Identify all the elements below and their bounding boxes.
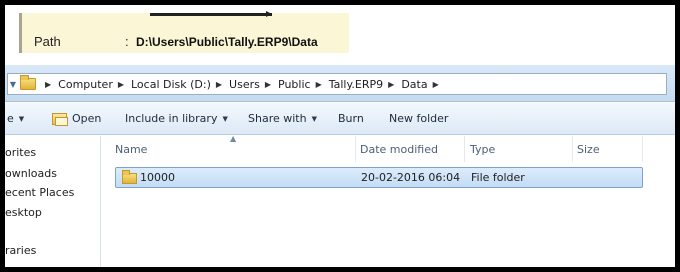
chevron-right-icon[interactable]: ▶: [118, 80, 124, 89]
open-button[interactable]: Open: [52, 112, 102, 126]
breadcrumb-users[interactable]: Users: [229, 78, 260, 91]
file-name: 10000: [140, 171, 175, 184]
breadcrumb-public[interactable]: Public: [278, 78, 311, 91]
column-header-type[interactable]: Type: [465, 136, 573, 162]
file-list: ▲ Name Date modified Type Size 10000 20-…: [102, 134, 675, 267]
path-label: Path: [34, 34, 61, 49]
chevron-down-icon: ▼: [18, 114, 25, 123]
include-label: Include in library: [125, 112, 218, 125]
breadcrumb-local-disk[interactable]: Local Disk (D:): [131, 78, 211, 91]
path-info-box: Path : D:\Users\Public\Tally.ERP9\Data: [19, 11, 349, 53]
burn-label: Burn: [338, 112, 364, 125]
file-row[interactable]: 10000 20-02-2016 06:04 File folder: [115, 167, 643, 188]
new-folder-button[interactable]: New folder: [389, 112, 448, 125]
address-bar: ▼ ▶ Computer ▶ Local Disk (D:) ▶ Users ▶…: [5, 65, 675, 102]
file-date: 20-02-2016 06:04: [361, 171, 461, 184]
column-size-label: Size: [577, 143, 600, 156]
explorer-window: ▼ ▶ Computer ▶ Local Disk (D:) ▶ Users ▶…: [5, 65, 675, 267]
chevron-down-icon: ▼: [311, 114, 317, 123]
chevron-right-icon[interactable]: ▶: [388, 80, 394, 89]
screenshot-canvas: Path : D:\Users\Public\Tally.ERP9\Data ▼…: [5, 5, 675, 267]
open-label: Open: [72, 112, 102, 125]
folder-icon: [122, 170, 137, 184]
navigation-pane: orites ownloads ecent Places esktop rari…: [5, 136, 101, 267]
chevron-down-icon: ▼: [222, 114, 228, 123]
open-icon: [52, 112, 68, 126]
chevron-right-icon[interactable]: ▶: [316, 80, 322, 89]
include-in-library-button[interactable]: Include in library ▼: [125, 112, 228, 125]
folder-icon: [20, 75, 36, 90]
arrow-decoration: [150, 11, 272, 17]
new-folder-label: New folder: [389, 112, 449, 125]
nav-item-recent-places[interactable]: ecent Places: [5, 186, 74, 199]
command-bar: e ▼ Open Include in library ▼ Share with…: [5, 103, 675, 135]
chevron-down-icon[interactable]: ▼: [8, 74, 18, 94]
file-type: File folder: [471, 171, 525, 184]
column-date-label: Date modified: [360, 143, 438, 156]
nav-item-downloads[interactable]: ownloads: [5, 167, 57, 180]
nav-item-desktop[interactable]: esktop: [5, 206, 42, 219]
organize-label: e: [7, 112, 14, 125]
column-header-size[interactable]: Size: [573, 136, 643, 162]
column-header-date[interactable]: Date modified: [356, 136, 465, 162]
chevron-right-icon[interactable]: ▶: [216, 80, 222, 89]
column-type-label: Type: [470, 143, 496, 156]
burn-button[interactable]: Burn: [338, 112, 364, 125]
share-label: Share with: [248, 112, 307, 125]
path-value: D:\Users\Public\Tally.ERP9\Data: [136, 35, 318, 49]
column-name-label: Name: [115, 143, 148, 156]
chevron-right-icon[interactable]: ▶: [45, 80, 51, 89]
nav-item-favorites[interactable]: orites: [5, 146, 36, 159]
share-with-button[interactable]: Share with ▼: [248, 112, 317, 125]
breadcrumb-computer[interactable]: Computer: [58, 78, 113, 91]
path-separator: :: [125, 34, 129, 49]
chevron-right-icon[interactable]: ▶: [433, 80, 439, 89]
breadcrumb-tally[interactable]: Tally.ERP9: [329, 78, 383, 91]
breadcrumb-data[interactable]: Data: [401, 78, 427, 91]
organize-button[interactable]: e ▼: [7, 112, 24, 125]
chevron-right-icon[interactable]: ▶: [265, 80, 271, 89]
nav-item-libraries[interactable]: raries: [5, 244, 36, 257]
address-field[interactable]: ▼ ▶ Computer ▶ Local Disk (D:) ▶ Users ▶…: [7, 73, 667, 95]
column-header-name[interactable]: Name: [115, 136, 356, 162]
